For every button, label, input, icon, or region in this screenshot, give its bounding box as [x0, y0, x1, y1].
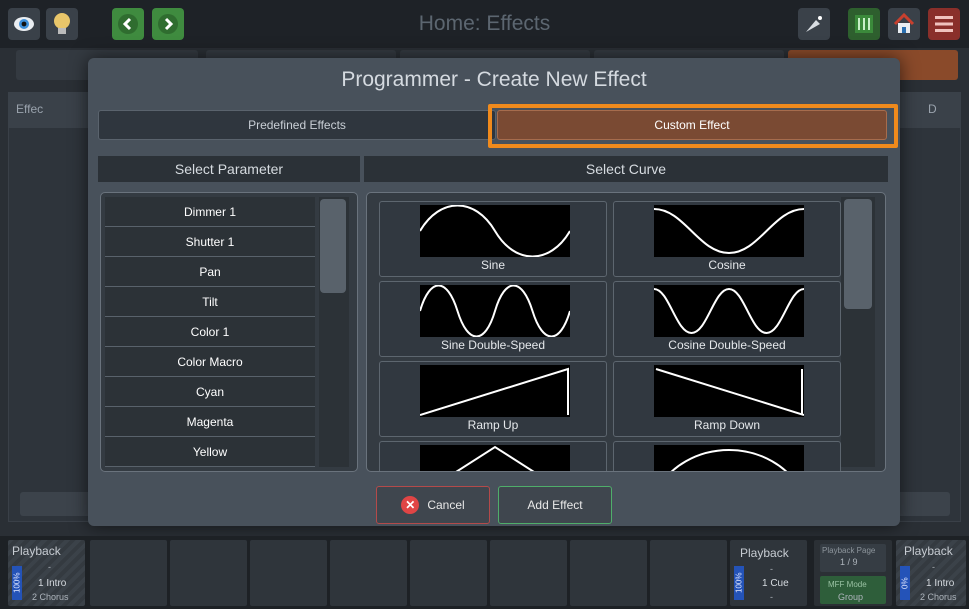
curve-header: Select Curve [364, 156, 888, 182]
curve-tile-ramp-up[interactable]: Ramp Up [379, 361, 607, 437]
parameter-list-panel: Dimmer 1 Shutter 1 Pan Tilt Color 1 Colo… [100, 192, 358, 472]
playback-next: 2 Chorus [32, 592, 69, 602]
curve-tile-half-sine[interactable] [613, 441, 841, 471]
curve-label: Ramp Down [693, 418, 761, 432]
parameter-item[interactable]: Tilt [105, 287, 315, 317]
tab-predefined-effects[interactable]: Predefined Effects [98, 110, 496, 140]
column-d-label: D [928, 102, 937, 116]
parameter-item[interactable]: Shutter 1 [105, 227, 315, 257]
playback-empty[interactable] [410, 540, 487, 606]
playback-cue: 1 Intro [926, 578, 955, 589]
playback-dash: - [770, 564, 773, 574]
parameter-item[interactable]: Color 1 [105, 317, 315, 347]
triangle-curve-icon [420, 445, 570, 471]
close-icon: ✕ [401, 496, 420, 514]
playback-next: - [770, 592, 773, 602]
cosine-curve-icon [653, 205, 805, 257]
curve-label: Cosine Double-Speed [668, 338, 786, 352]
curve-tile-triangle[interactable] [379, 441, 607, 471]
parameter-list: Dimmer 1 Shutter 1 Pan Tilt Color 1 Colo… [105, 197, 315, 467]
top-bar: Home: Effects [0, 0, 969, 48]
playback-title: Playback [12, 544, 61, 558]
playback-empty[interactable] [330, 540, 407, 606]
column-effects-label: Effec [16, 102, 44, 116]
mff-group-label: Group [838, 592, 864, 602]
parameter-item[interactable]: Yellow [105, 437, 315, 467]
parameter-item[interactable]: Magenta [105, 407, 315, 437]
parameter-item[interactable]: Cyan [105, 377, 315, 407]
playback-level: 100% [734, 566, 744, 600]
ramp-up-curve-icon [419, 365, 570, 417]
playback-page[interactable]: Playback Page 1 / 9 MFF Mode Group [814, 540, 892, 606]
playback-empty[interactable] [170, 540, 247, 606]
add-effect-label: Add Effect [527, 498, 583, 512]
playback-empty[interactable] [650, 540, 727, 606]
curve-tile-sine-double[interactable]: Sine Double-Speed [379, 281, 607, 357]
spotlight-icon[interactable] [798, 8, 830, 40]
playback-level: 100% [12, 566, 22, 600]
parameter-item[interactable]: Color Macro [105, 347, 315, 377]
playback-empty[interactable] [570, 540, 647, 606]
cancel-button[interactable]: ✕ Cancel [376, 486, 490, 524]
playback-empty[interactable] [490, 540, 567, 606]
curve-grid-panel: Sine Cosine Sine Double-Speed Cosine Dou… [366, 192, 886, 472]
faders-icon[interactable] [848, 8, 880, 40]
sine-double-speed-curve-icon [419, 284, 571, 338]
menu-icon[interactable] [928, 8, 960, 40]
playback-dash: - [932, 562, 935, 572]
playback-page-value: 1 / 9 [840, 557, 858, 567]
curve-tile-sine[interactable]: Sine [379, 201, 607, 277]
curve-tile-cosine-double[interactable]: Cosine Double-Speed [613, 281, 841, 357]
curve-scrollbar-thumb[interactable] [844, 199, 872, 309]
parameter-item[interactable]: Pan [105, 257, 315, 287]
playback-cue: 1 Cue [762, 578, 789, 589]
playback-page-title: Playback Page [822, 546, 876, 555]
playback-mid[interactable]: Playback - 100% 1 Cue - [730, 540, 807, 606]
playback-dash: - [48, 562, 51, 572]
add-effect-button[interactable]: Add Effect [498, 486, 612, 524]
curve-label: Sine Double-Speed [440, 338, 546, 352]
playback-cue: 1 Intro [38, 578, 67, 589]
dialog-title: Programmer - Create New Effect [341, 68, 647, 91]
curve-label: Sine [480, 258, 506, 272]
cosine-double-speed-curve-icon [653, 285, 805, 337]
create-effect-dialog: Programmer - Create New Effect Predefine… [88, 58, 900, 526]
ramp-down-curve-icon [654, 365, 805, 417]
sine-curve-icon [419, 204, 571, 258]
playback-title: Playback [904, 544, 953, 558]
playback-empty[interactable] [250, 540, 327, 606]
playback-left[interactable]: Playback - 100% 1 Intro 2 Chorus [8, 540, 85, 606]
parameter-header: Select Parameter [98, 156, 360, 182]
parameter-scrollbar-thumb[interactable] [320, 199, 346, 293]
playback-title: Playback [740, 546, 789, 560]
playback-right[interactable]: Playback - 0% 1 Intro 2 Chorus [896, 540, 966, 606]
mff-mode-label: MFF Mode [828, 580, 867, 589]
half-sine-curve-icon [654, 445, 804, 471]
playback-next: 2 Chorus [920, 592, 957, 602]
curve-label: Cosine [708, 258, 746, 272]
parameter-item[interactable]: Dimmer 1 [105, 197, 315, 227]
playback-empty[interactable] [90, 540, 167, 606]
curve-tile-cosine[interactable]: Cosine [613, 201, 841, 277]
curve-tile-ramp-down[interactable]: Ramp Down [613, 361, 841, 437]
tab-custom-effect[interactable]: Custom Effect [497, 110, 887, 140]
playback-level: 0% [900, 566, 910, 600]
home-icon[interactable] [888, 8, 920, 40]
curve-label: Ramp Up [467, 418, 519, 432]
cancel-label: Cancel [427, 498, 465, 512]
